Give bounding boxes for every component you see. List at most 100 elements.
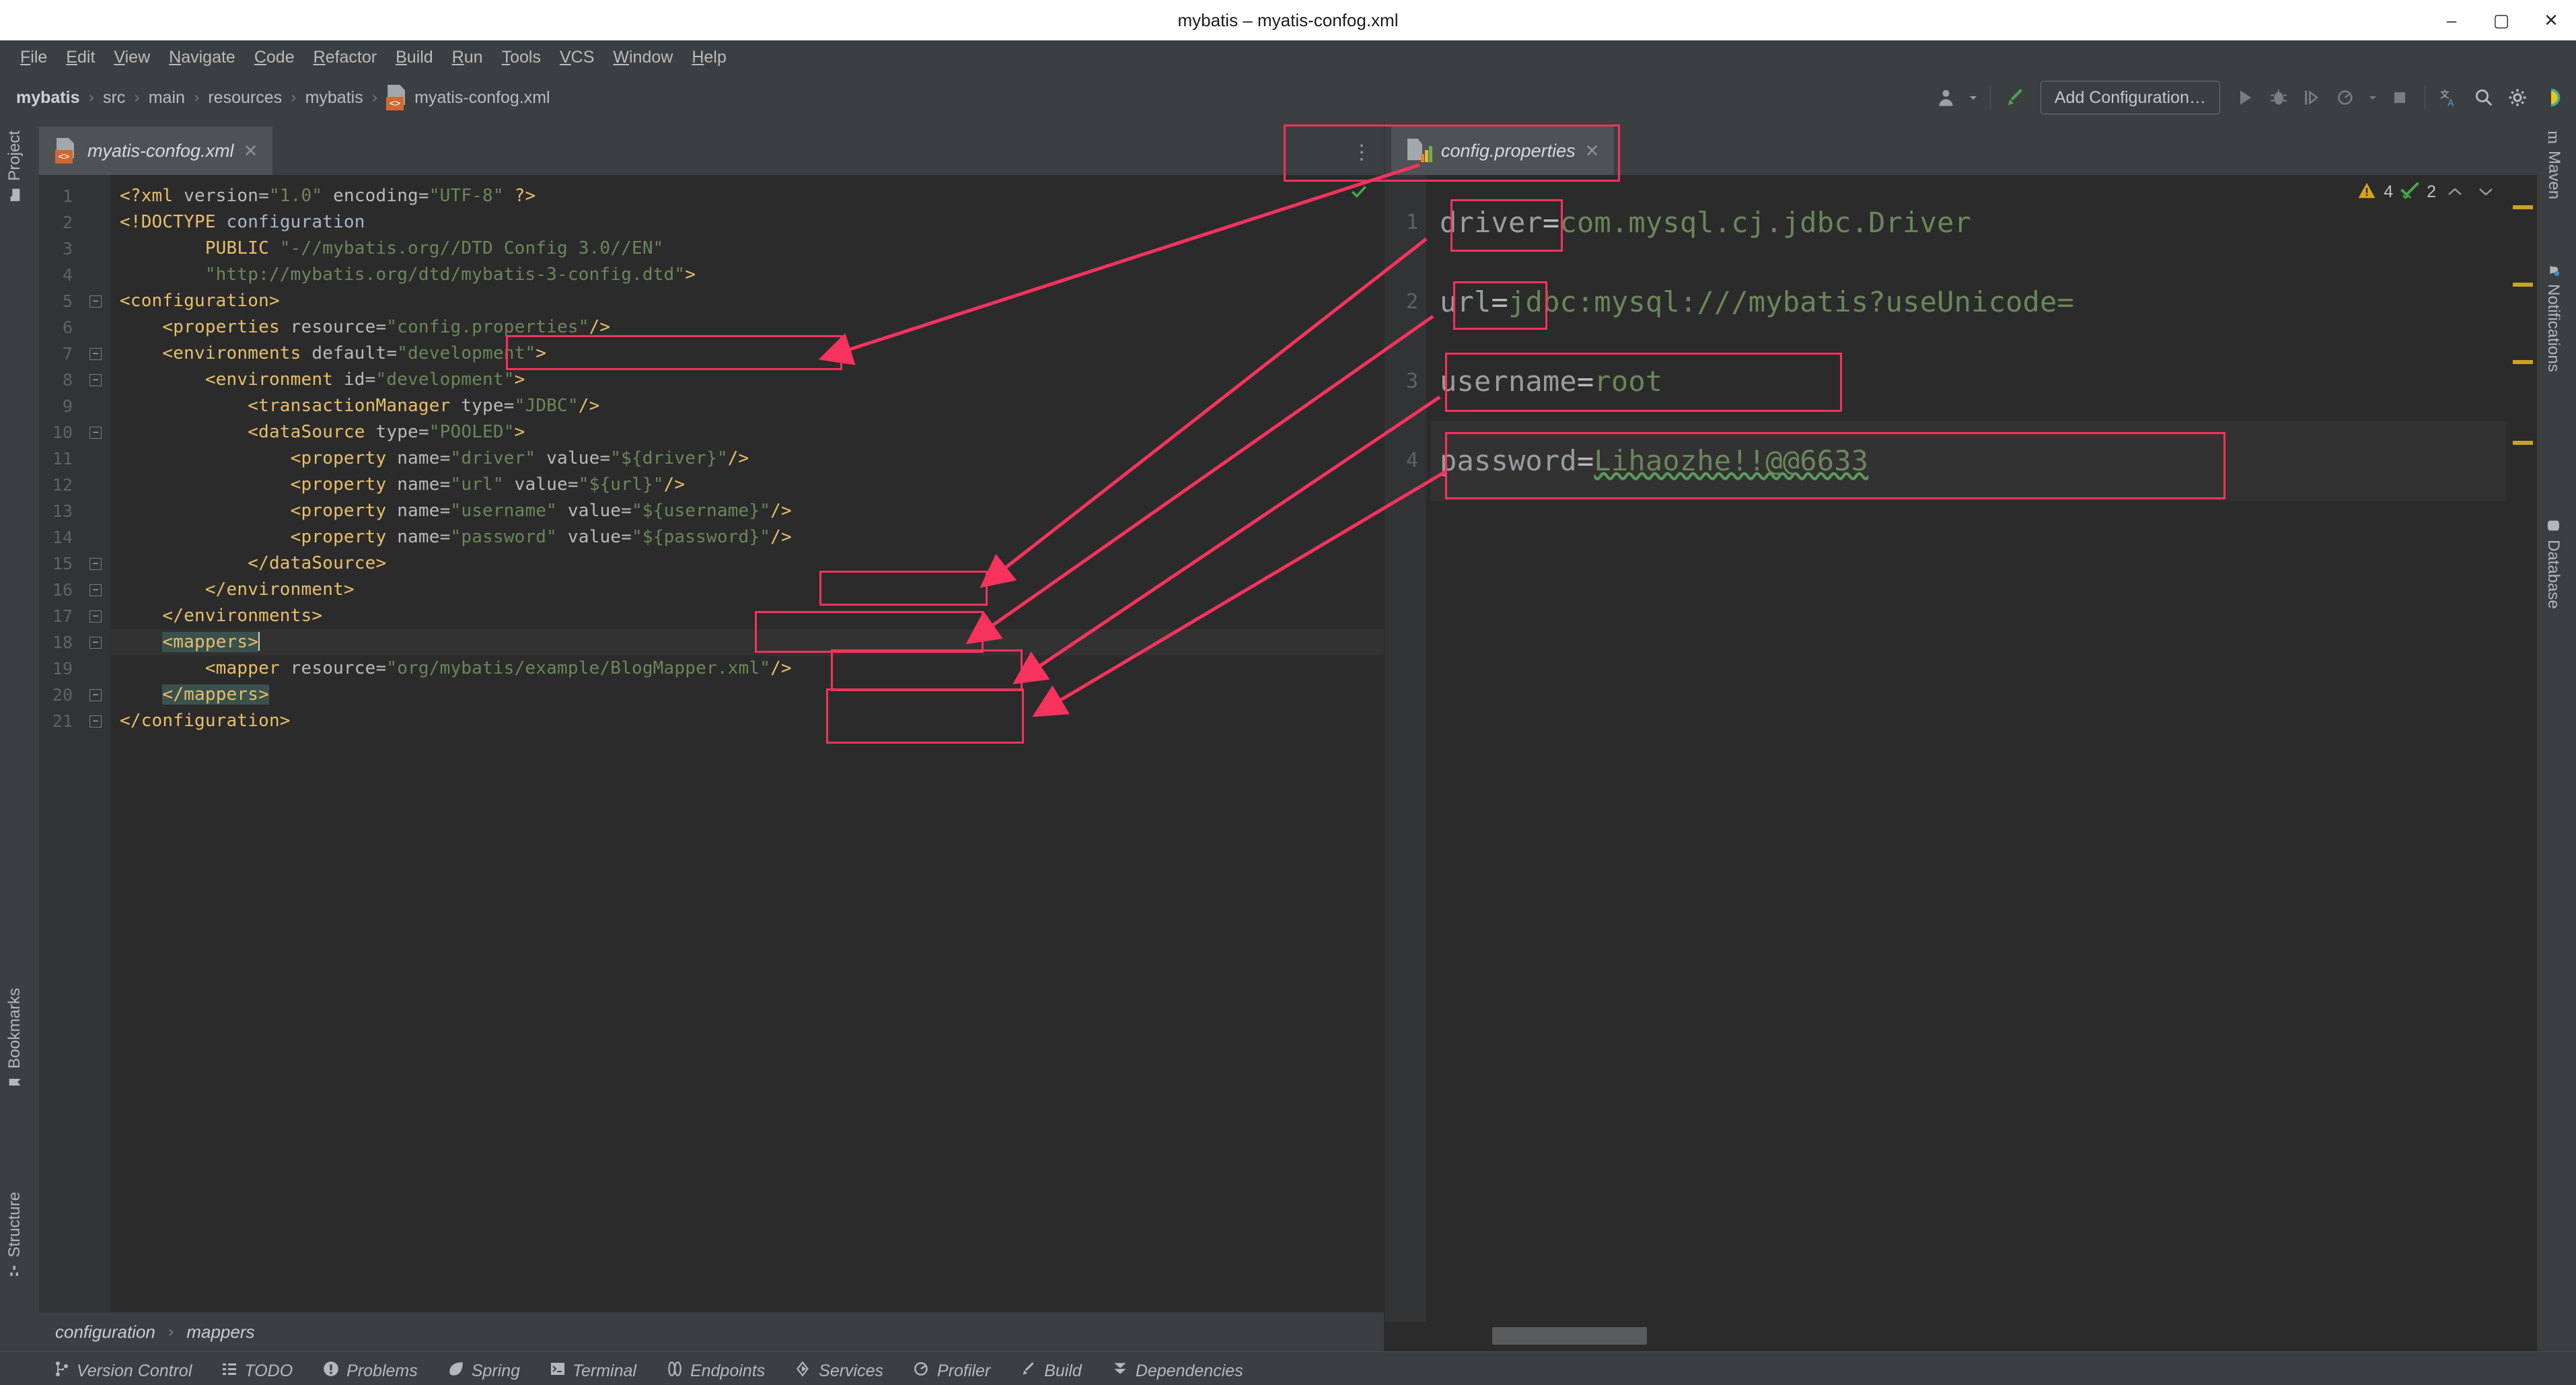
- bottom-toolwindow-endpoints[interactable]: Endpoints: [666, 1360, 765, 1382]
- fold-marker[interactable]: −: [81, 341, 110, 367]
- run-icon[interactable]: [2230, 82, 2260, 113]
- navbar-crumb-mybatis[interactable]: mybatis: [300, 88, 369, 108]
- bottom-toolwindow-problems[interactable]: Problems: [322, 1360, 418, 1382]
- debug-icon[interactable]: [2263, 82, 2294, 113]
- menu-item-navigate[interactable]: Navigate: [159, 45, 245, 70]
- code-line[interactable]: <property name="url" value="${url}"/>: [110, 472, 1384, 498]
- fold-marker[interactable]: −: [81, 288, 110, 314]
- menu-item-code[interactable]: Code: [245, 45, 304, 70]
- fold-marker[interactable]: [81, 209, 110, 236]
- scrollbar-thumb[interactable]: [1492, 1327, 1647, 1345]
- fold-marker[interactable]: [81, 446, 110, 472]
- horizontal-scrollbar[interactable]: [1385, 1322, 2537, 1351]
- menu-item-vcs[interactable]: VCS: [550, 45, 603, 70]
- ide-logo-icon[interactable]: [2536, 82, 2567, 113]
- code-line[interactable]: <property name="username" value="${usern…: [110, 498, 1384, 524]
- menu-item-run[interactable]: Run: [443, 45, 492, 70]
- code-line[interactable]: url=jdbc:mysql:///mybatis?useUnicode=: [1430, 262, 2537, 342]
- bottom-toolwindow-version-control[interactable]: Version Control: [54, 1360, 192, 1382]
- sidebar-item-structure[interactable]: Structure: [5, 1192, 24, 1277]
- bottom-toolwindow-dependencies[interactable]: Dependencies: [1111, 1360, 1243, 1382]
- tab-myatis-confog-xml[interactable]: <> myatis-confog.xml ✕: [39, 127, 273, 179]
- code-line[interactable]: <environment id="development">: [110, 367, 1384, 393]
- hammer-build-icon[interactable]: [2000, 82, 2031, 113]
- fold-marker[interactable]: [81, 472, 110, 498]
- sidebar-item-bookmarks[interactable]: Bookmarks: [5, 988, 24, 1089]
- vertical-ellipsis-icon[interactable]: ⋮: [1352, 141, 1384, 175]
- fold-marker[interactable]: [81, 655, 110, 682]
- code-line[interactable]: </environment>: [110, 577, 1384, 603]
- code-folding-gutter[interactable]: − − − − − − − − − −: [81, 175, 110, 1312]
- fold-marker[interactable]: −: [81, 551, 110, 577]
- run-coverage-icon[interactable]: [2297, 82, 2328, 113]
- code-line[interactable]: "http://mybatis.org/dtd/mybatis-3-config…: [110, 262, 1384, 288]
- menu-item-view[interactable]: View: [104, 45, 159, 70]
- minimize-button[interactable]: –: [2427, 0, 2476, 40]
- fold-marker[interactable]: [81, 524, 110, 551]
- chevron-up-icon[interactable]: [2443, 182, 2467, 201]
- code-line[interactable]: <configuration>: [110, 288, 1384, 314]
- breadcrumb-item-configuration[interactable]: configuration: [55, 1322, 155, 1343]
- code-line[interactable]: <mapper resource="org/mybatis/example/Bl…: [110, 655, 1384, 682]
- tab-config-properties[interactable]: config.properties ✕: [1391, 127, 1615, 178]
- menu-item-window[interactable]: Window: [603, 45, 682, 70]
- code-line[interactable]: <dataSource type="POOLED">: [110, 419, 1384, 446]
- bottom-toolwindow-build[interactable]: Build: [1020, 1360, 1082, 1382]
- navbar-crumb-myatis-confog-xml[interactable]: <> myatis-confog.xml: [381, 85, 555, 110]
- add-configuration-button[interactable]: Add Configuration…: [2040, 81, 2220, 114]
- bottom-toolwindow-profiler[interactable]: Profiler: [913, 1360, 990, 1382]
- fold-marker[interactable]: −: [81, 708, 110, 734]
- stop-icon[interactable]: [2384, 82, 2415, 113]
- code-line[interactable]: </environments>: [110, 603, 1384, 629]
- fold-marker[interactable]: −: [81, 367, 110, 393]
- chevron-down-icon[interactable]: [2474, 182, 2498, 201]
- code-view-xml[interactable]: 1 2 3 4 5 6 7 8 9 10 11 12 13 14 15 16 17 18 19 20 21 − − − − − −…: [39, 175, 1384, 1312]
- code-line[interactable]: <property name="driver" value="${driver}…: [110, 446, 1384, 472]
- settings-gear-icon[interactable]: [2502, 82, 2533, 113]
- profile-icon[interactable]: [2330, 82, 2361, 113]
- code-line[interactable]: <environments default="development">: [110, 341, 1384, 367]
- menu-item-help[interactable]: Help: [682, 45, 735, 70]
- navbar-crumb-mybatis[interactable]: mybatis: [11, 88, 85, 108]
- code-text-properties[interactable]: driver=com.mysql.cj.jdbc.Driver url=jdbc:…: [1426, 175, 2537, 1322]
- inspection-widget[interactable]: 4 2: [2357, 180, 2498, 203]
- navbar-crumb-src[interactable]: src: [98, 88, 131, 108]
- menu-item-edit[interactable]: Edit: [57, 45, 104, 70]
- menu-item-file[interactable]: File: [11, 45, 57, 70]
- close-icon[interactable]: ✕: [244, 141, 258, 162]
- navbar-crumb-resources[interactable]: resources: [203, 88, 287, 108]
- sidebar-item-maven[interactable]: m Maven: [2544, 131, 2564, 199]
- dropdown-icon[interactable]: [2364, 82, 2382, 113]
- menu-item-tools[interactable]: Tools: [492, 45, 550, 70]
- bottom-toolwindow-spring[interactable]: Spring: [447, 1360, 520, 1382]
- chevron-down-icon[interactable]: [1966, 82, 1981, 113]
- search-icon[interactable]: [2468, 82, 2499, 113]
- menu-item-build[interactable]: Build: [386, 45, 443, 70]
- code-text-xml[interactable]: <?xml version="1.0" encoding="UTF-8" ?> <…: [110, 175, 1384, 1312]
- code-line[interactable]: <mappers>: [110, 629, 1384, 655]
- fold-marker[interactable]: [81, 183, 110, 209]
- fold-marker[interactable]: −: [81, 682, 110, 708]
- bottom-toolwindow-services[interactable]: Services: [795, 1360, 883, 1382]
- sidebar-item-notifications[interactable]: Notifications: [2544, 262, 2563, 372]
- code-line[interactable]: username=root: [1430, 342, 2537, 421]
- fold-marker[interactable]: −: [81, 629, 110, 655]
- code-line[interactable]: <transactionManager type="JDBC"/>: [110, 393, 1384, 419]
- sidebar-item-project[interactable]: Project: [5, 131, 24, 203]
- close-button[interactable]: ✕: [2526, 0, 2576, 40]
- menu-item-refactor[interactable]: Refactor: [304, 45, 387, 70]
- code-line[interactable]: <property name="password" value="${passw…: [110, 524, 1384, 551]
- close-icon[interactable]: ✕: [1585, 141, 1600, 162]
- navbar-crumb-main[interactable]: main: [143, 88, 190, 108]
- error-stripe-markbar[interactable]: [2506, 175, 2537, 1322]
- code-line[interactable]: PUBLIC "-//mybatis.org//DTD Config 3.0//…: [110, 236, 1384, 262]
- fold-marker[interactable]: [81, 393, 110, 419]
- fold-marker[interactable]: [81, 236, 110, 262]
- code-line[interactable]: </configuration>: [110, 708, 1384, 734]
- fold-marker[interactable]: −: [81, 577, 110, 603]
- code-line[interactable]: <properties resource="config.properties"…: [110, 314, 1384, 341]
- code-view-properties[interactable]: 1 2 3 4 driver=com.mysql.cj.jdbc.Driver url=…: [1385, 175, 2537, 1322]
- fold-marker[interactable]: [81, 314, 110, 341]
- code-line[interactable]: </mappers>: [110, 682, 1384, 708]
- fold-marker[interactable]: [81, 498, 110, 524]
